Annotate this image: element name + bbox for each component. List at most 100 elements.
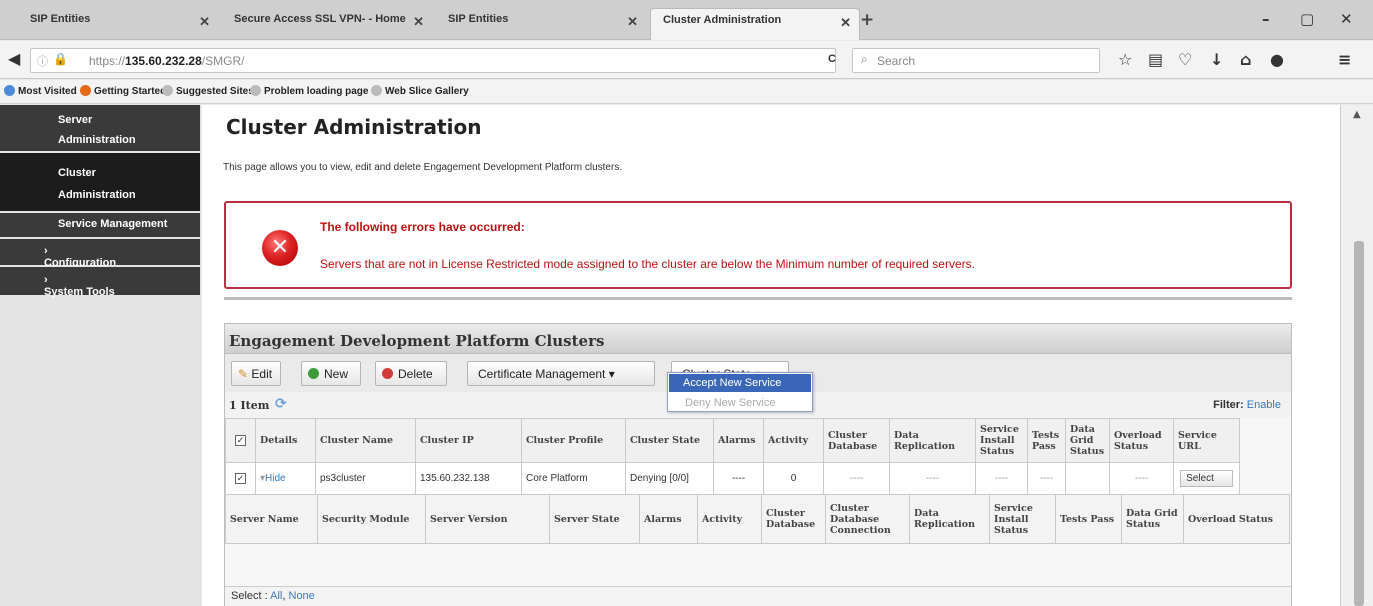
overload-status-value: ---- (1109, 462, 1174, 495)
bookmark-star-icon[interactable]: ☆ (1118, 50, 1132, 69)
column-header[interactable]: Service URL (1173, 418, 1240, 463)
tab-sip-entities-2[interactable]: SIP Entities ✕ (436, 8, 646, 40)
globe-icon (250, 85, 261, 96)
column-header[interactable]: Server Version (425, 494, 550, 544)
column-header[interactable]: Details (255, 418, 316, 463)
column-header[interactable]: Overload Status (1183, 494, 1290, 544)
menu-icon[interactable]: ≡ (1338, 50, 1351, 69)
tab-sip-entities-1[interactable]: SIP Entities ✕ (18, 8, 218, 40)
sidebar-item-label: Server Administration (58, 114, 136, 146)
cluster-ip: 135.60.232.138 (415, 462, 522, 495)
column-header[interactable]: Tests Pass (1055, 494, 1122, 544)
search-input[interactable]: ⌕ Search (852, 48, 1100, 73)
account-icon[interactable]: ● (1270, 50, 1284, 69)
bookmark-most-visited[interactable]: Most Visited (4, 85, 77, 97)
column-header[interactable]: Server State (549, 494, 640, 544)
replication-value: ---- (889, 462, 976, 495)
page-content: Server Administration Cluster Administra… (0, 105, 1373, 606)
tab-title: Cluster Administration (663, 14, 782, 26)
item-count: 1 Item (229, 399, 270, 412)
edit-button[interactable]: ✎ Edit (231, 361, 281, 386)
new-tab-button[interactable]: + (860, 10, 874, 30)
reload-button[interactable]: C (828, 53, 836, 65)
column-header[interactable]: Cluster Name (315, 418, 416, 463)
info-icon[interactable]: ⓘ (37, 53, 48, 69)
column-header[interactable]: Alarms (713, 418, 764, 463)
bookmark-suggested-sites[interactable]: Suggested Sites (162, 85, 254, 97)
navigation-bar: ◀ ⓘ 🔒 https://135.60.232.28/SMGR/ C ⌕ Se… (0, 41, 1373, 79)
download-icon[interactable]: ↓ (1210, 50, 1223, 69)
select-all-checkbox[interactable]: ✓ (225, 418, 256, 463)
scrollbar-thumb[interactable] (1354, 241, 1364, 606)
tab-cluster-administration[interactable]: Cluster Administration ✕ (650, 8, 860, 40)
column-header[interactable]: Cluster Profile (521, 418, 626, 463)
scroll-up-icon[interactable]: ▲ (1353, 109, 1361, 120)
restore-button[interactable]: ▢ (1300, 10, 1314, 28)
url-text[interactable]: https://135.60.232.28/SMGR/ (89, 54, 244, 68)
home-icon[interactable]: ⌂ (1240, 50, 1251, 69)
sidebar-item-cluster-administration[interactable]: Cluster Administration (0, 153, 200, 211)
globe-icon (162, 85, 173, 96)
column-header[interactable]: Data Replication (909, 494, 990, 544)
select-none-link[interactable]: None (289, 590, 315, 602)
bookmark-problem-loading[interactable]: Problem loading page (250, 85, 368, 97)
sidebar-item-label: › System Tools (44, 274, 115, 298)
hide-details-link[interactable]: ▾Hide (255, 462, 316, 495)
table-row[interactable]: ✓ ▾Hide ps3cluster 135.60.232.138 Core P… (225, 462, 1240, 495)
column-header[interactable]: Cluster Database (823, 418, 890, 463)
column-header[interactable]: Service Install Status (989, 494, 1056, 544)
column-header[interactable]: Alarms (639, 494, 698, 544)
padlock-warning-icon[interactable]: 🔒 (53, 52, 68, 66)
new-button[interactable]: New (301, 361, 361, 386)
service-url-select[interactable]: Select (1180, 470, 1233, 487)
pocket-icon[interactable]: ♡ (1178, 50, 1192, 69)
sidebar: Server Administration Cluster Administra… (0, 105, 202, 606)
address-bar[interactable]: ⓘ 🔒 https://135.60.232.28/SMGR/ (30, 48, 836, 73)
page-scrollbar[interactable]: ▲ (1340, 105, 1373, 606)
row-checkbox[interactable]: ✓ (225, 462, 256, 495)
back-arrow-icon[interactable]: ◀ (8, 49, 20, 68)
refresh-icon[interactable]: ⟳ (275, 396, 287, 412)
sidebar-item-configuration[interactable]: › Configuration (0, 239, 200, 269)
column-header[interactable]: Data Grid Status (1121, 494, 1184, 544)
column-header[interactable]: Activity (697, 494, 762, 544)
delete-button[interactable]: Delete (375, 361, 447, 386)
sidebar-item-label: Cluster Administration (58, 167, 136, 201)
sidebar-item-system-tools[interactable]: › System Tools (0, 267, 200, 298)
menu-item-accept-new-service[interactable]: Accept New Service (669, 374, 811, 392)
pencil-icon: ✎ (238, 367, 249, 381)
menu-item-deny-new-service[interactable]: Deny New Service (669, 394, 811, 411)
close-tab-icon[interactable]: ✕ (199, 14, 210, 30)
select-all-link[interactable]: All (270, 590, 282, 602)
reading-list-icon[interactable]: ▤ (1148, 50, 1163, 69)
column-header[interactable]: Overload Status (1109, 418, 1174, 463)
column-header[interactable]: Activity (763, 418, 824, 463)
close-tab-icon[interactable]: ✕ (840, 15, 851, 31)
close-tab-icon[interactable]: ✕ (627, 14, 638, 30)
tab-title: Secure Access SSL VPN- - Home (234, 13, 406, 25)
certificate-management-dropdown[interactable]: Certificate Management ▾ (467, 361, 655, 386)
minimize-button[interactable]: – (1262, 10, 1270, 28)
column-header[interactable]: Data Grid Status (1065, 418, 1110, 463)
install-status-value: ---- (975, 462, 1028, 495)
sidebar-item-service-management[interactable]: Service Management (0, 213, 200, 237)
sidebar-item-server-administration[interactable]: Server Administration (0, 105, 200, 151)
column-header[interactable]: Tests Pass (1027, 418, 1066, 463)
bookmark-getting-started[interactable]: Getting Started (80, 85, 166, 97)
column-header[interactable]: Service Install Status (975, 418, 1028, 463)
column-header[interactable]: Cluster Database Connection (825, 494, 910, 544)
column-header[interactable]: Server Name (225, 494, 318, 544)
tab-ssl-vpn[interactable]: Secure Access SSL VPN- - Home ✕ (222, 8, 432, 40)
bookmark-web-slice[interactable]: Web Slice Gallery (371, 85, 469, 97)
close-tab-icon[interactable]: ✕ (413, 14, 424, 30)
filter-enable-link[interactable]: Enable (1247, 399, 1281, 411)
column-header[interactable]: Data Replication (889, 418, 976, 463)
column-header[interactable]: Cluster State (625, 418, 714, 463)
column-header[interactable]: Security Module (317, 494, 426, 544)
servers-table: Server Name Security Module Server Versi… (225, 494, 1290, 544)
close-window-button[interactable]: ✕ (1340, 10, 1353, 28)
column-header[interactable]: Cluster Database (761, 494, 826, 544)
search-placeholder: Search (877, 54, 916, 68)
table-header-row: ✓ Details Cluster Name Cluster IP Cluste… (225, 418, 1240, 463)
column-header[interactable]: Cluster IP (415, 418, 522, 463)
